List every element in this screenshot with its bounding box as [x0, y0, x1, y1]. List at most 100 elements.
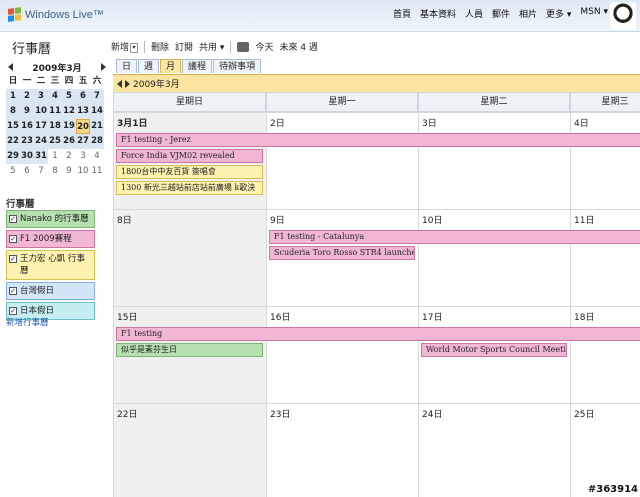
next-4-weeks-button[interactable]: 未來 4 週 [279, 40, 317, 53]
event-birthday[interactable]: 似乎是素芬生日 [116, 343, 263, 357]
checkbox[interactable]: ✓ [9, 287, 17, 295]
day-cell[interactable]: 16日 [266, 306, 418, 403]
today-button[interactable]: 今天 [255, 40, 273, 53]
mini-calendar-day[interactable]: 6 [76, 89, 90, 104]
event-concert-taipei[interactable]: 1300 新光三越站前店站前廣場 k歌決 [116, 181, 263, 195]
prev-month-icon[interactable] [117, 79, 122, 88]
mini-calendar-day[interactable]: 8 [6, 104, 20, 119]
mini-calendar-day[interactable]: 8 [48, 164, 62, 179]
nav-people[interactable]: 人員 [465, 7, 483, 20]
mini-calendar-day[interactable]: 19 [62, 119, 76, 134]
day-cell[interactable]: 2日 [266, 112, 418, 209]
print-icon[interactable] [237, 41, 250, 52]
mini-calendar-day[interactable]: 22 [6, 134, 20, 149]
mini-calendar-day[interactable]: 5 [6, 164, 20, 179]
next-month-icon[interactable] [101, 63, 106, 71]
day-cell[interactable]: 3日 [418, 112, 570, 209]
mini-calendar-day[interactable]: 4 [90, 149, 104, 164]
nav-home[interactable]: 首頁 [393, 7, 411, 20]
nav-more[interactable]: 更多 ▾ [546, 7, 571, 20]
mini-calendar-day[interactable]: 4 [48, 89, 62, 104]
mini-calendar-day[interactable]: 11 [48, 104, 62, 119]
mini-calendar-day[interactable]: 9 [20, 104, 34, 119]
mini-calendar-day[interactable]: 10 [34, 104, 48, 119]
event-toro-rosso[interactable]: Scuderia Toro Rosso STR4 launched [269, 246, 415, 260]
mini-calendar-day[interactable]: 18 [48, 119, 62, 134]
tab-day[interactable]: 日 [116, 59, 138, 73]
day-cell[interactable]: 4日 [570, 112, 640, 209]
new-button[interactable]: 新增 ▾ [111, 40, 139, 53]
delete-button[interactable]: 刪除 [151, 40, 169, 53]
mini-calendar-day[interactable]: 14 [90, 104, 104, 119]
mini-calendar-day[interactable]: 10 [76, 164, 90, 179]
mini-calendar-day[interactable]: 23 [20, 134, 34, 149]
nav-photos[interactable]: 相片 [519, 7, 537, 20]
mini-calendar-day[interactable]: 5 [62, 89, 76, 104]
mini-calendar-day[interactable]: 9 [62, 164, 76, 179]
checkbox[interactable]: ✓ [9, 215, 17, 223]
tab-todo[interactable]: 待辦事項 [213, 59, 262, 73]
mini-calendar-day[interactable]: 24 [34, 134, 48, 149]
mini-calendar-day[interactable]: 29 [6, 149, 20, 164]
checkbox[interactable]: ✓ [9, 255, 17, 263]
event-f1-testing-catalunya[interactable]: F1 testing - Catalunya [269, 230, 640, 244]
new-calendar-link[interactable]: 新增行事曆 [6, 316, 49, 328]
mini-calendar-day[interactable]: 21 [90, 119, 104, 134]
windows-live-logo[interactable]: Windows Live™ [8, 7, 104, 22]
mini-calendar-day[interactable]: 16 [20, 119, 34, 134]
event-force-india[interactable]: Force India VJM02 revealed [116, 149, 263, 163]
mini-calendar-day[interactable]: 3 [34, 89, 48, 104]
day-cell[interactable]: 25日 [570, 403, 640, 497]
prev-month-icon[interactable] [8, 63, 13, 71]
mini-calendar-day[interactable]: 1 [6, 89, 20, 104]
subscribe-button[interactable]: 訂閱 [175, 40, 193, 53]
mini-calendar-day[interactable]: 2 [20, 89, 34, 104]
day-cell[interactable]: 18日 [570, 306, 640, 403]
day-cell[interactable]: 22日 [113, 403, 266, 497]
mini-calendar-day[interactable]: 28 [90, 134, 104, 149]
tab-month[interactable]: 月 [160, 59, 182, 73]
event-concert-taichung[interactable]: 1800台中中友百貨 簽唱會 [116, 165, 263, 179]
day-cell[interactable]: 23日 [266, 403, 418, 497]
calendar-item-nanako[interactable]: ✓ Nanako 的行事曆 [6, 210, 95, 228]
nav-msn[interactable]: MSN ▾ [580, 7, 608, 20]
mini-calendar-day[interactable]: 1 [48, 149, 62, 164]
nav-mail[interactable]: 郵件 [492, 7, 510, 20]
calendar-item-f1[interactable]: ✓ F1 2009賽程 [6, 230, 95, 248]
mini-calendar-day[interactable]: 7 [34, 164, 48, 179]
day-cell[interactable]: 24日 [418, 403, 570, 497]
mini-calendar-day[interactable]: 12 [62, 104, 76, 119]
checkbox[interactable]: ✓ [9, 307, 17, 315]
mini-calendar-day[interactable]: 26 [62, 134, 76, 149]
mini-calendar-day[interactable]: 15 [6, 119, 20, 134]
divider [230, 40, 232, 53]
mini-calendar-day[interactable]: 6 [20, 164, 34, 179]
tab-week[interactable]: 週 [138, 59, 160, 73]
avatar[interactable] [610, 2, 636, 30]
calendar-item-leehom[interactable]: ✓ 王力宏 心凱 行事曆 [6, 250, 95, 280]
day-cell[interactable]: 10日 [418, 209, 570, 306]
calendar-item-taiwan-holidays[interactable]: ✓ 台灣假日 [6, 282, 95, 300]
event-f1-testing-jerez[interactable]: F1 testing - Jerez [116, 133, 640, 147]
mini-calendar-day[interactable]: 20 [76, 119, 90, 134]
mini-calendar-day[interactable]: 31 [34, 149, 48, 164]
mini-calendar-day[interactable]: 3 [76, 149, 90, 164]
chevron-down-icon[interactable]: ▾ [130, 42, 139, 53]
share-button[interactable]: 共用 ▾ [199, 40, 224, 53]
mini-calendar-day[interactable]: 17 [34, 119, 48, 134]
mini-calendar-day[interactable]: 25 [48, 134, 62, 149]
tab-agenda[interactable]: 議程 [182, 59, 213, 73]
mini-calendar-day[interactable]: 11 [90, 164, 104, 179]
event-f1-testing[interactable]: F1 testing [116, 327, 640, 341]
day-cell[interactable]: 11日 [570, 209, 640, 306]
day-cell[interactable]: 8日 [113, 209, 266, 306]
mini-calendar-day[interactable]: 13 [76, 104, 90, 119]
nav-profile[interactable]: 基本資料 [420, 7, 456, 20]
mini-calendar-day[interactable]: 7 [90, 89, 104, 104]
mini-calendar-day[interactable]: 27 [76, 134, 90, 149]
event-wmsc-meeting[interactable]: World Motor Sports Council Meeting [421, 343, 567, 357]
next-month-icon[interactable] [125, 79, 130, 88]
checkbox[interactable]: ✓ [9, 235, 17, 243]
mini-calendar-day[interactable]: 2 [62, 149, 76, 164]
mini-calendar-day[interactable]: 30 [20, 149, 34, 164]
